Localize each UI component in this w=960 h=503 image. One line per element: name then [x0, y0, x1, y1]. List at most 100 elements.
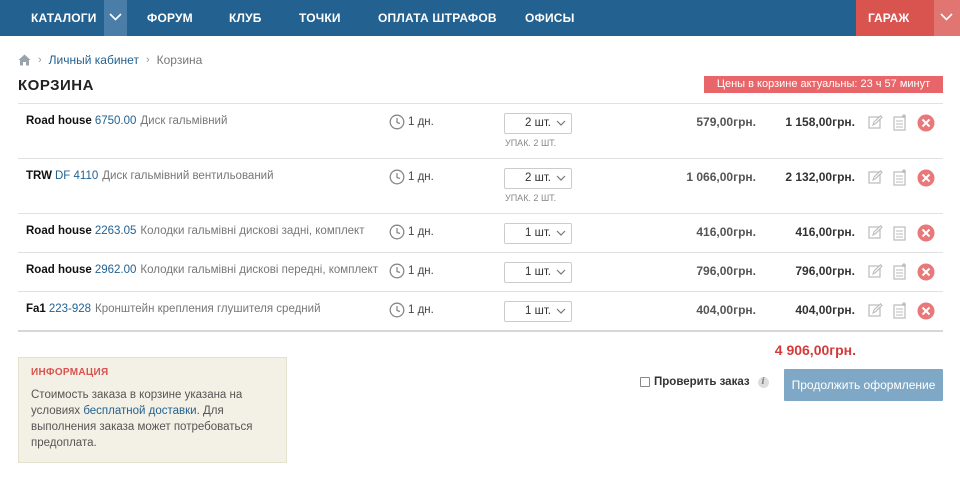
- remove-icon[interactable]: [917, 224, 935, 242]
- remove-icon[interactable]: [917, 169, 935, 187]
- breadcrumb-cart: Корзина: [156, 53, 203, 67]
- breadcrumb-separator-icon: ›: [145, 54, 150, 66]
- item-sum: 2 132,00грн.: [785, 170, 855, 184]
- nav-forum[interactable]: ФОРУМ: [147, 0, 193, 36]
- info-icon[interactable]: i: [757, 376, 769, 388]
- table-row: Road house 2263.05 Колодки гальмівні диско…: [18, 213, 943, 252]
- item-code-link[interactable]: 223-928: [49, 303, 91, 315]
- item-delivery: 1 дн.: [389, 263, 434, 279]
- page-title: КОРЗИНА: [18, 77, 94, 94]
- table-row: Road house 2962.00 Колодки гальмівні диско…: [18, 252, 943, 291]
- edit-icon[interactable]: [868, 264, 883, 279]
- item-delivery: 1 дн.: [389, 302, 434, 318]
- check-order-label[interactable]: Проверить заказ: [654, 376, 750, 388]
- item-brand: TRW: [26, 170, 52, 182]
- nav-catalogs[interactable]: КАТАЛОГИ: [31, 0, 97, 36]
- chevron-down-icon: [556, 230, 566, 236]
- note-icon[interactable]: [893, 302, 907, 319]
- quantity-value: 1 шт.: [525, 227, 552, 239]
- delivery-days: 1 дн.: [408, 265, 434, 277]
- table-row: Fa1 223-928 Кронштейн крепления глушителя …: [18, 291, 943, 330]
- info-box: ИНФОРМАЦИЯ Стоимость заказа в корзине ук…: [18, 357, 287, 463]
- edit-icon[interactable]: [868, 225, 883, 240]
- item-name: Road house 2263.05 Колодки гальмівні диско…: [26, 225, 364, 237]
- item-code-link[interactable]: 2263.05: [95, 225, 137, 237]
- price-validity-badge: Цены в корзине актуальны: 23 ч 57 минут: [704, 76, 943, 93]
- clock-icon: [389, 114, 405, 130]
- quantity-value: 2 шт.: [525, 117, 552, 129]
- remove-icon[interactable]: [917, 114, 935, 132]
- note-icon[interactable]: [893, 263, 907, 280]
- chevron-down-icon: [556, 120, 566, 126]
- delivery-days: 1 дн.: [408, 171, 434, 183]
- breadcrumb-separator-icon: ›: [38, 54, 42, 66]
- item-brand: Road house: [26, 225, 92, 237]
- quantity-value: 1 шт.: [525, 266, 552, 278]
- chevron-down-icon: [556, 175, 566, 181]
- package-info: УПАК. 2 ШТ.: [505, 138, 557, 148]
- item-name: Fa1 223-928 Кронштейн крепления глушителя …: [26, 303, 321, 315]
- garage-dropdown[interactable]: [934, 0, 960, 36]
- quantity-select[interactable]: 2 шт.: [504, 168, 572, 189]
- nav-catalogs-dropdown[interactable]: [104, 0, 127, 36]
- home-icon[interactable]: [18, 54, 31, 66]
- breadcrumb-personal-account[interactable]: Личный кабинет: [49, 53, 139, 67]
- cart-total: 4 906,00грн.: [774, 342, 856, 358]
- table-row: Road house 6750.00 Диск гальмівний 1 дн. 2…: [18, 103, 943, 158]
- table-bottom-divider: [18, 330, 943, 332]
- clock-icon: [389, 302, 405, 318]
- quantity-value: 2 шт.: [525, 172, 552, 184]
- note-icon[interactable]: [893, 224, 907, 241]
- item-description: Диск гальмівний: [140, 115, 228, 127]
- item-sum: 1 158,00грн.: [785, 115, 855, 129]
- note-icon[interactable]: [893, 114, 907, 131]
- quantity-select[interactable]: 1 шт.: [504, 223, 572, 244]
- quantity-select[interactable]: 2 шт.: [504, 113, 572, 134]
- clock-icon: [389, 263, 405, 279]
- free-delivery-link[interactable]: бесплатной доставки: [83, 405, 196, 417]
- remove-icon[interactable]: [917, 263, 935, 281]
- info-title: ИНФОРМАЦИЯ: [31, 367, 109, 378]
- continue-checkout-button[interactable]: Продолжить оформление: [784, 369, 943, 401]
- note-icon[interactable]: [893, 169, 907, 186]
- item-delivery: 1 дн.: [389, 224, 434, 240]
- nav-offices[interactable]: ОФИСЫ: [525, 0, 575, 36]
- nav-fines-payment[interactable]: ОПЛАТА ШТРАФОВ: [378, 0, 497, 36]
- quantity-select[interactable]: 1 шт.: [504, 301, 572, 322]
- info-text: Стоимость заказа в корзине указана на ус…: [31, 387, 274, 451]
- item-name: TRW DF 4110 Диск гальмівний вентильований: [26, 170, 274, 182]
- item-brand: Road house: [26, 264, 92, 276]
- item-sum: 404,00грн.: [795, 303, 855, 317]
- edit-icon[interactable]: [868, 170, 883, 185]
- item-delivery: 1 дн.: [389, 114, 434, 130]
- item-description: Колодки гальмівні дискові передні, компл…: [140, 264, 378, 276]
- chevron-down-icon: [556, 269, 566, 275]
- remove-icon[interactable]: [917, 302, 935, 320]
- chevron-down-icon: [556, 308, 566, 314]
- item-description: Диск гальмівний вентильований: [102, 170, 274, 182]
- package-info: УПАК. 2 ШТ.: [505, 193, 557, 203]
- edit-icon[interactable]: [868, 303, 883, 318]
- breadcrumb: › Личный кабинет › Корзина: [18, 52, 202, 68]
- quantity-select[interactable]: 1 шт.: [504, 262, 572, 283]
- garage-button[interactable]: ГАРАЖ: [856, 0, 934, 36]
- top-navigation: КАТАЛОГИ ФОРУМ КЛУБ ТОЧКИ ОПЛАТА ШТРАФОВ…: [0, 0, 960, 36]
- chevron-down-icon: [109, 13, 122, 21]
- check-order-checkbox[interactable]: [640, 377, 650, 387]
- item-price: 579,00грн.: [696, 115, 756, 129]
- item-brand: Road house: [26, 115, 92, 127]
- delivery-days: 1 дн.: [408, 304, 434, 316]
- item-code-link[interactable]: DF 4110: [55, 170, 98, 182]
- item-code-link[interactable]: 2962.00: [95, 264, 137, 276]
- check-order-option: Проверить заказ i: [640, 376, 769, 388]
- clock-icon: [389, 169, 405, 185]
- nav-points[interactable]: ТОЧКИ: [299, 0, 341, 36]
- item-price: 1 066,00грн.: [686, 170, 756, 184]
- edit-icon[interactable]: [868, 115, 883, 130]
- item-description: Кронштейн крепления глушителя средний: [95, 303, 321, 315]
- item-name: Road house 6750.00 Диск гальмівний: [26, 115, 227, 127]
- item-price: 404,00грн.: [696, 303, 756, 317]
- quantity-value: 1 шт.: [525, 305, 552, 317]
- item-code-link[interactable]: 6750.00: [95, 115, 137, 127]
- nav-club[interactable]: КЛУБ: [229, 0, 262, 36]
